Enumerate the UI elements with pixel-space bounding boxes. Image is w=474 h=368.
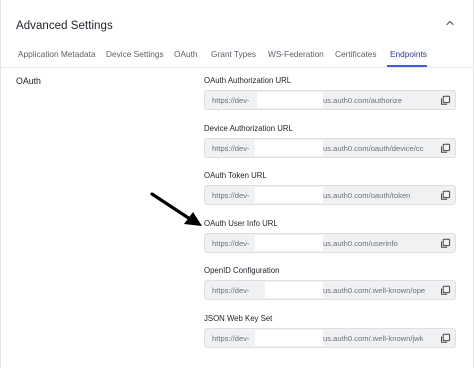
tab-grant-types[interactable]: Grant Types bbox=[211, 49, 256, 59]
oauth-user-info-url-label: OAuth User Info URL bbox=[204, 219, 278, 228]
annotation-arrow-icon bbox=[150, 192, 202, 226]
copy-icon[interactable] bbox=[440, 143, 451, 154]
redaction bbox=[265, 282, 323, 298]
oauth-authorization-url-label: OAuth Authorization URL bbox=[204, 76, 292, 85]
oauth-token-url-field[interactable]: https://dev- us.auth0.com/oauth/token bbox=[204, 185, 456, 205]
url-suffix: us.auth0.com/oauth/token bbox=[323, 191, 411, 200]
redaction bbox=[257, 92, 323, 108]
openid-configuration-field[interactable]: https://dev- us.auth0.com/.well-known/op… bbox=[204, 280, 456, 300]
advanced-settings-header[interactable]: Advanced Settings bbox=[16, 16, 456, 32]
url-suffix: us.auth0.com/userinfo bbox=[323, 239, 398, 248]
url-suffix: us.auth0.com/.well-known/ope bbox=[323, 286, 426, 295]
url-prefix: https://dev- bbox=[212, 96, 250, 105]
url-prefix: https://dev- bbox=[212, 239, 250, 248]
url-prefix: https://dev- bbox=[212, 334, 250, 343]
advanced-settings-panel: Advanced Settings Application Metadata D… bbox=[0, 0, 474, 368]
oauth-token-url-label: OAuth Token URL bbox=[204, 171, 267, 180]
url-prefix: https://dev- bbox=[212, 144, 250, 153]
device-authorization-url-label: Device Authorization URL bbox=[204, 124, 293, 133]
tab-certificates[interactable]: Certificates bbox=[335, 49, 377, 59]
oauth-authorization-url-field[interactable]: https://dev- us.auth0.com/authorize bbox=[204, 90, 456, 110]
oauth-user-info-url-field[interactable]: https://dev- us.auth0.com/userinfo bbox=[204, 233, 456, 253]
tab-application-metadata[interactable]: Application Metadata bbox=[18, 49, 96, 59]
copy-icon[interactable] bbox=[440, 190, 451, 201]
tab-ws-federation[interactable]: WS-Federation bbox=[268, 49, 324, 59]
section-title: Advanced Settings bbox=[16, 20, 113, 32]
openid-configuration-label: OpenID Configuration bbox=[204, 266, 280, 275]
tab-endpoints[interactable]: Endpoints bbox=[390, 49, 427, 59]
json-web-key-set-field[interactable]: https://dev- us.auth0.com/.well-known/jw… bbox=[204, 328, 456, 348]
chevron-up-icon[interactable] bbox=[444, 17, 456, 29]
redaction bbox=[255, 140, 323, 156]
copy-icon[interactable] bbox=[440, 238, 451, 249]
tab-oauth[interactable]: OAuth bbox=[174, 49, 198, 59]
device-authorization-url-field[interactable]: https://dev- us.auth0.com/oauth/device/c… bbox=[204, 138, 456, 158]
url-suffix: us.auth0.com/authorize bbox=[323, 96, 402, 105]
copy-icon[interactable] bbox=[440, 333, 451, 344]
json-web-key-set-label: JSON Web Key Set bbox=[204, 314, 273, 323]
active-tab-indicator bbox=[387, 65, 427, 67]
tab-device-settings[interactable]: Device Settings bbox=[106, 49, 164, 59]
redaction bbox=[255, 235, 323, 251]
copy-icon[interactable] bbox=[440, 285, 451, 296]
redaction bbox=[255, 187, 323, 203]
copy-icon[interactable] bbox=[440, 95, 451, 106]
url-suffix: us.auth0.com/oauth/device/cc bbox=[323, 144, 424, 153]
url-prefix: https://dev- bbox=[212, 191, 250, 200]
url-suffix: us.auth0.com/.well-known/jwk bbox=[323, 334, 424, 343]
oauth-section-label: OAuth bbox=[16, 76, 41, 86]
url-prefix: https://dev- bbox=[212, 286, 250, 295]
redaction bbox=[255, 330, 323, 346]
